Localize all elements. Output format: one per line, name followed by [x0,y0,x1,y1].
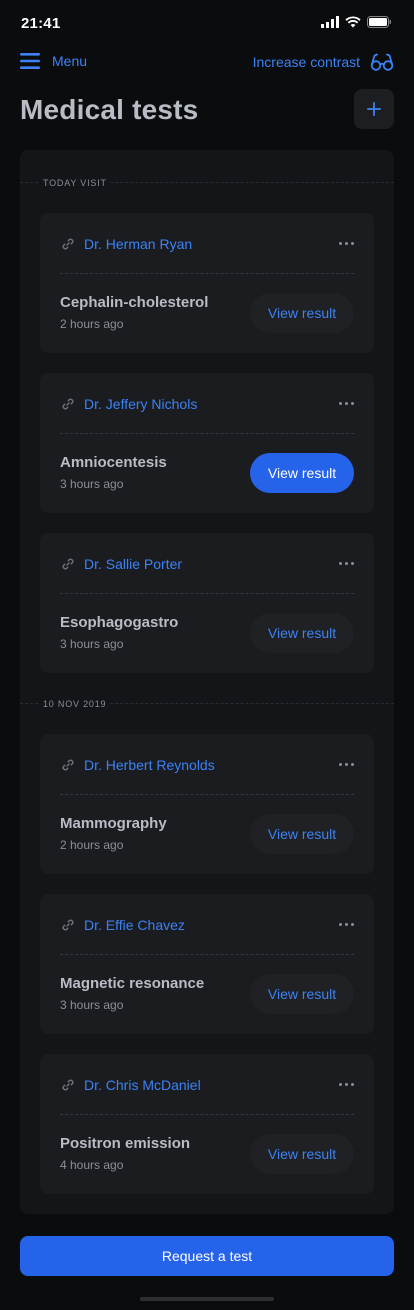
more-icon [338,1082,342,1086]
test-time: 3 hours ago [60,477,124,491]
test-card: Dr. Chris McDaniel Positron emission 4 h… [40,1054,374,1194]
request-test-button[interactable]: Request a test [20,1236,394,1276]
view-result-button[interactable]: View result [250,1134,354,1174]
link-icon [62,398,74,410]
test-name: Positron emission [60,1135,191,1152]
more-options-button[interactable] [334,393,358,413]
doctor-link[interactable]: Dr. Jeffery Nichols [84,396,197,412]
view-result-button[interactable]: View result [250,453,354,493]
link-icon [62,919,74,931]
view-result-button[interactable]: View result [250,814,354,854]
more-icon [338,241,342,245]
doctor-link[interactable]: Dr. Chris McDaniel [84,1077,201,1093]
test-card: Dr. Herbert Reynolds Mammography 2 hours… [40,734,374,874]
link-icon [62,1079,74,1091]
card-divider [60,1114,354,1115]
wifi-icon [345,16,361,28]
card-divider [60,593,354,594]
test-name: Mammography [60,815,167,832]
section-label: 10 NOV 2019 [39,699,111,709]
view-result-button[interactable]: View result [250,613,354,653]
test-name: Esophagogastro [60,614,179,631]
add-test-button[interactable] [354,89,394,129]
signal-icon [321,16,339,28]
glasses-icon [370,53,394,71]
link-icon [62,238,74,250]
test-card: Dr. Jeffery Nichols Amniocentesis 3 hour… [40,373,374,513]
test-name: Magnetic resonance [60,975,205,992]
menu-label: Menu [52,53,88,69]
section-label: TODAY VISIT [39,178,111,188]
top-nav: Menu Increase contrast [0,50,414,78]
test-card: Dr. Sallie Porter Esophagogastro 3 hours… [40,533,374,673]
more-icon [338,401,342,405]
test-time: 3 hours ago [60,998,124,1012]
view-result-button[interactable]: View result [250,293,354,333]
test-card: Dr. Herman Ryan Cephalin-cholesterol 2 h… [40,213,374,353]
test-card: Dr. Effie Chavez Magnetic resonance 3 ho… [40,894,374,1034]
more-options-button[interactable] [334,553,358,573]
test-name: Amniocentesis [60,454,167,471]
status-icons [321,16,392,28]
test-time: 2 hours ago [60,838,124,852]
battery-icon [367,16,391,28]
more-options-button[interactable] [334,1074,358,1094]
card-divider [60,273,354,274]
home-indicator [140,1297,274,1301]
test-name: Cephalin-cholesterol [60,294,209,311]
test-time: 4 hours ago [60,1158,124,1172]
view-result-button[interactable]: View result [250,974,354,1014]
doctor-link[interactable]: Dr. Herman Ryan [84,236,192,252]
menu-icon [20,53,40,69]
more-options-button[interactable] [334,233,358,253]
card-divider [60,433,354,434]
status-bar: 21:41 [0,0,414,46]
doctor-link[interactable]: Dr. Sallie Porter [84,556,182,572]
more-icon [338,762,342,766]
link-icon [62,558,74,570]
card-divider [60,954,354,955]
more-options-button[interactable] [334,754,358,774]
contrast-label: Increase contrast [252,54,360,70]
test-time: 3 hours ago [60,637,124,651]
more-icon [338,561,342,565]
more-options-button[interactable] [334,914,358,934]
plus-icon [367,102,381,116]
page-title: Medical tests [20,94,199,125]
doctor-link[interactable]: Dr. Effie Chavez [84,917,185,933]
card-divider [60,794,354,795]
menu-button[interactable]: Menu [20,53,87,69]
test-time: 2 hours ago [60,317,124,331]
increase-contrast-button[interactable]: Increase contrast [253,53,394,71]
link-icon [62,759,74,771]
doctor-link[interactable]: Dr. Herbert Reynolds [84,757,215,773]
more-icon [338,922,342,926]
status-time: 21:41 [21,15,61,32]
